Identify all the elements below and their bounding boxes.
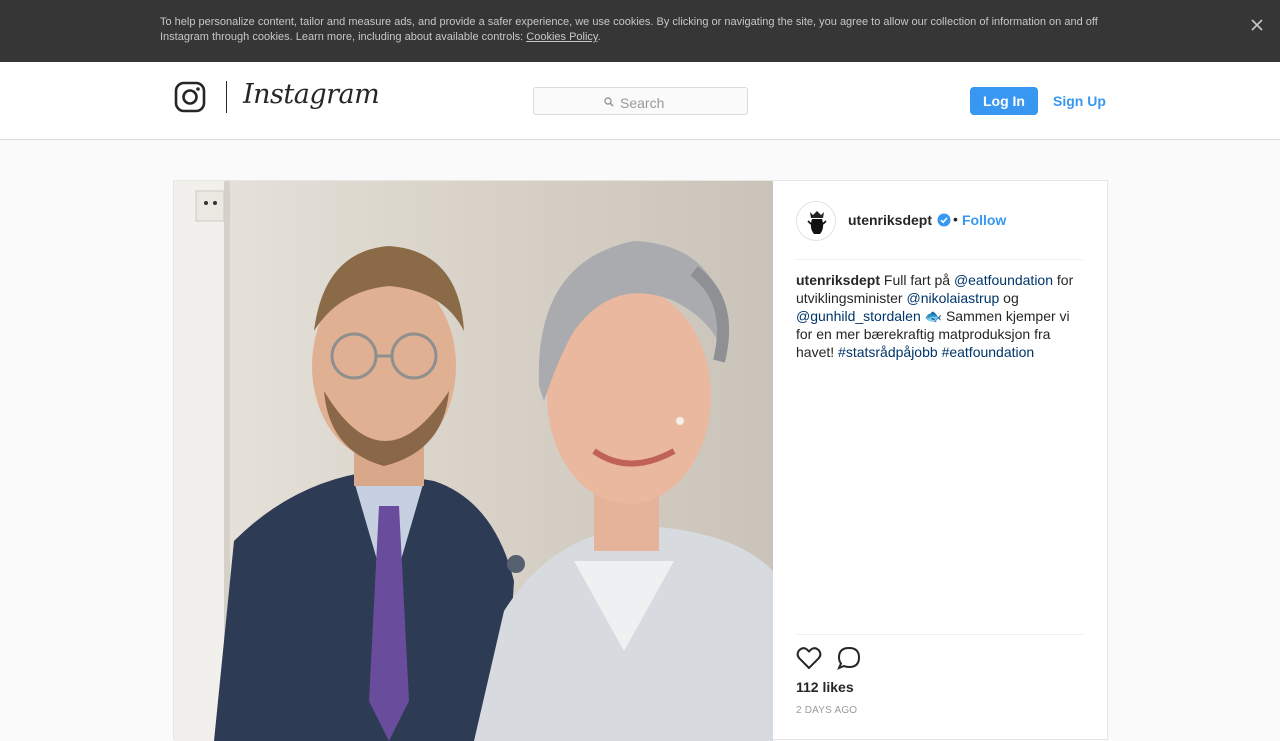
hashtag-link[interactable]: #eatfoundation xyxy=(942,344,1035,360)
mention-link[interactable]: @gunhild_stordalen xyxy=(796,308,921,324)
instagram-glyph-icon[interactable] xyxy=(174,81,206,113)
cookie-banner: To help personalize content, tailor and … xyxy=(0,0,1280,62)
avatar[interactable] xyxy=(796,201,836,241)
mention-link[interactable]: @eatfoundation xyxy=(954,272,1053,288)
comment-icon[interactable] xyxy=(837,646,861,670)
cookie-banner-text: To help personalize content, tailor and … xyxy=(160,16,1098,43)
post-actions: 112 likes 2 DAYS AGO xyxy=(796,634,1083,716)
logo-divider xyxy=(226,81,227,113)
post-caption: utenriksdept Full fart på @eatfoundation… xyxy=(796,271,1083,361)
hashtag-link[interactable]: #statsrådpåjobb xyxy=(838,344,938,360)
verified-badge-icon xyxy=(937,213,951,227)
caption-username[interactable]: utenriksdept xyxy=(796,272,880,288)
signup-link[interactable]: Sign Up xyxy=(1053,87,1106,115)
instagram-wordmark[interactable]: Instagram xyxy=(243,79,380,110)
caption-text: Full fart på xyxy=(880,272,954,288)
top-nav: Instagram Log In Sign Up xyxy=(0,62,1280,140)
post-header: utenriksdept • Follow xyxy=(796,181,1083,260)
follow-button[interactable]: Follow xyxy=(962,212,1006,228)
search-icon xyxy=(604,94,614,112)
caption-text: og xyxy=(999,290,1019,306)
search-box[interactable] xyxy=(533,87,748,115)
post-sidebar: utenriksdept • Follow utenriksdept Full … xyxy=(773,181,1109,741)
likes-count[interactable]: 112 likes xyxy=(796,679,854,695)
post-author-username[interactable]: utenriksdept xyxy=(848,212,932,228)
post-timestamp[interactable]: 2 DAYS AGO xyxy=(796,705,857,716)
login-button[interactable]: Log In xyxy=(970,87,1038,115)
post-photo[interactable] xyxy=(174,181,773,741)
post-card: utenriksdept • Follow utenriksdept Full … xyxy=(173,180,1109,741)
search-input[interactable] xyxy=(620,95,730,111)
cookies-policy-link[interactable]: Cookies Policy xyxy=(526,31,597,43)
separator-dot: • xyxy=(953,211,958,227)
mention-link[interactable]: @nikolaiastrup xyxy=(906,290,999,306)
heart-icon[interactable] xyxy=(796,646,822,670)
close-icon[interactable] xyxy=(1247,15,1267,35)
